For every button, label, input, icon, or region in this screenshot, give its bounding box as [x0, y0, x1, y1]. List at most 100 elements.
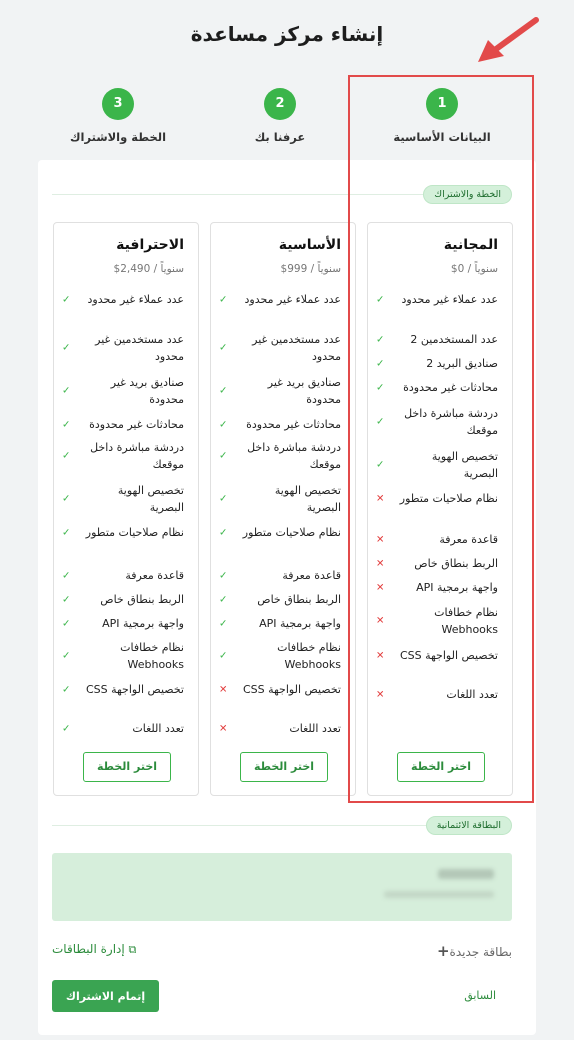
plan-feature: ✓ دردشة مباشرة داخل موقعك [219, 439, 341, 473]
check-icon: ✓ [62, 723, 71, 734]
plan-feature: ✓ تخصيص الهوية البصرية [219, 482, 341, 516]
feature-label: قاعدة معرفة [282, 569, 341, 582]
check-icon: ✓ [62, 594, 71, 605]
card-holder-blurred [438, 869, 494, 879]
check-icon: ✓ [219, 385, 228, 397]
plan-feature: ✓ صناديق بريد غير محدودة [219, 374, 341, 408]
plan-feature: ✓ تخصيص الهوية البصرية [62, 482, 184, 516]
feature-label: عدد عملاء غير محدود [244, 293, 341, 306]
feature-label: تعدد اللغات [132, 722, 184, 735]
feature-label: نظام صلاحيات متطور [85, 526, 184, 539]
plan-feature: ✓ عدد مستخدمين غير محدود [62, 331, 184, 365]
external-link-icon: ⧉ [128, 943, 137, 956]
card-number-blurred [384, 891, 494, 898]
saved-credit-card[interactable] [52, 853, 512, 921]
check-icon: ✓ [62, 493, 71, 505]
plan-name: الأساسية [278, 237, 341, 253]
manage-cards-label: إدارة البطاقات [52, 942, 125, 956]
plan-feature: ✓ واجهة برمجية API [219, 615, 341, 632]
feature-label: تعدد اللغات [289, 722, 341, 735]
check-icon: ✓ [219, 294, 228, 305]
plan-feature: ✕ تخصيص الواجهة CSS [219, 681, 341, 698]
check-icon: ✓ [219, 493, 228, 505]
feature-label: تخصيص الهوية البصرية [117, 484, 184, 514]
arrow-annotation [478, 17, 539, 62]
check-icon: ✓ [219, 594, 228, 605]
plan-feature: ✓ عدد مستخدمين غير محدود [219, 331, 341, 365]
feature-label: نظام صلاحيات متطور [242, 526, 341, 539]
choose-plan-button[interactable]: اختر الخطة [240, 752, 328, 782]
check-icon: ✓ [62, 294, 71, 305]
step-number: 2 [264, 88, 296, 120]
plan-feature: ✓ تخصيص الواجهة CSS [62, 681, 184, 698]
choose-plan-button[interactable]: اختر الخطة [83, 752, 171, 782]
plan-feature: ✓ نظام صلاحيات متطور [219, 524, 341, 541]
plan-feature: ✓ الربط بنطاق خاص [219, 591, 341, 608]
check-icon: ✓ [219, 419, 228, 430]
check-icon: ✓ [219, 650, 228, 662]
plan-feature: ✓ الربط بنطاق خاص [62, 591, 184, 608]
step-about-you[interactable]: 2 عرفنا بك [210, 88, 350, 144]
plan-card[interactable]: الأساسية $999 / سنوياً ✓ عدد عملاء غير محدو… [210, 222, 356, 796]
feature-label: واجهة برمجية API [259, 617, 341, 630]
step-label: الخطة والاشتراك [69, 130, 167, 144]
plan-name: الاحترافية [116, 237, 184, 253]
plan-feature: ✓ نظام صلاحيات متطور [62, 524, 184, 541]
feature-label: نظام خطافات Webhooks [277, 641, 341, 671]
check-icon: ✓ [62, 419, 71, 430]
complete-subscription-button[interactable]: إتمام الاشتراك [52, 980, 159, 1012]
feature-label: عدد مستخدمين غير محدود [252, 333, 341, 363]
check-icon: ✓ [62, 450, 71, 462]
feature-label: صناديق بريد غير محدودة [267, 376, 341, 406]
check-icon: ✓ [62, 342, 71, 354]
card-section-badge: البطاقة الائتمانية [425, 816, 512, 835]
plan-card[interactable]: الاحترافية $2,490 / سنوياً ✓ عدد عملاء غير … [53, 222, 199, 796]
check-icon: ✓ [62, 385, 71, 397]
plan-feature: ✓ دردشة مباشرة داخل موقعك [62, 439, 184, 473]
check-icon: ✓ [62, 570, 71, 581]
check-icon: ✓ [62, 650, 71, 662]
plan-feature: ✓ واجهة برمجية API [62, 615, 184, 632]
check-icon: ✓ [219, 570, 228, 581]
plan-feature: ✓ تعدد اللغات [62, 720, 184, 737]
plan-feature: ✓ محادثات غير محدودة [62, 416, 184, 433]
check-icon: ✓ [62, 527, 71, 538]
cross-icon: ✕ [219, 684, 228, 695]
feature-label: الربط بنطاق خاص [257, 593, 341, 606]
plan-price: $2,490 / سنوياً [113, 263, 184, 275]
feature-label: واجهة برمجية API [102, 617, 184, 630]
plan-feature: ✓ قاعدة معرفة [219, 567, 341, 584]
plan-feature: ✓ محادثات غير محدودة [219, 416, 341, 433]
plan-feature: ✓ قاعدة معرفة [62, 567, 184, 584]
feature-label: صناديق بريد غير محدودة [110, 376, 184, 406]
feature-label: قاعدة معرفة [125, 569, 184, 582]
check-icon: ✓ [62, 684, 71, 695]
feature-label: دردشة مباشرة داخل موقعك [90, 441, 184, 471]
feature-label: دردشة مباشرة داخل موقعك [247, 441, 341, 471]
feature-label: محادثات غير محدودة [246, 418, 341, 431]
check-icon: ✓ [62, 618, 71, 629]
feature-label: تخصيص الهوية البصرية [274, 484, 341, 514]
feature-label: تخصيص الواجهة CSS [85, 683, 184, 696]
manage-cards-link[interactable]: ⧉ إدارة البطاقات [52, 942, 136, 957]
feature-label: تخصيص الواجهة CSS [242, 683, 341, 696]
new-card-link[interactable]: بطاقة جديدة+ [437, 942, 512, 960]
highlight-box [348, 75, 534, 803]
plan-feature: ✕ تعدد اللغات [219, 720, 341, 737]
check-icon: ✓ [219, 450, 228, 462]
plan-feature: ✓ عدد عملاء غير محدود [219, 291, 341, 308]
check-icon: ✓ [219, 527, 228, 538]
feature-label: نظام خطافات Webhooks [120, 641, 184, 671]
step-plan-subscription[interactable]: 3 الخطة والاشتراك [48, 88, 188, 144]
cross-icon: ✕ [219, 723, 228, 734]
plan-feature: ✓ نظام خطافات Webhooks [219, 639, 341, 673]
new-card-label: بطاقة جديدة [449, 945, 512, 959]
step-label: عرفنا بك [254, 130, 306, 144]
check-icon: ✓ [219, 342, 228, 354]
previous-button[interactable]: السابق [464, 989, 496, 1002]
plan-price: $999 / سنوياً [280, 263, 341, 275]
plan-feature: ✓ صناديق بريد غير محدودة [62, 374, 184, 408]
plan-feature: ✓ نظام خطافات Webhooks [62, 639, 184, 673]
feature-label: محادثات غير محدودة [89, 418, 184, 431]
step-number: 3 [102, 88, 134, 120]
